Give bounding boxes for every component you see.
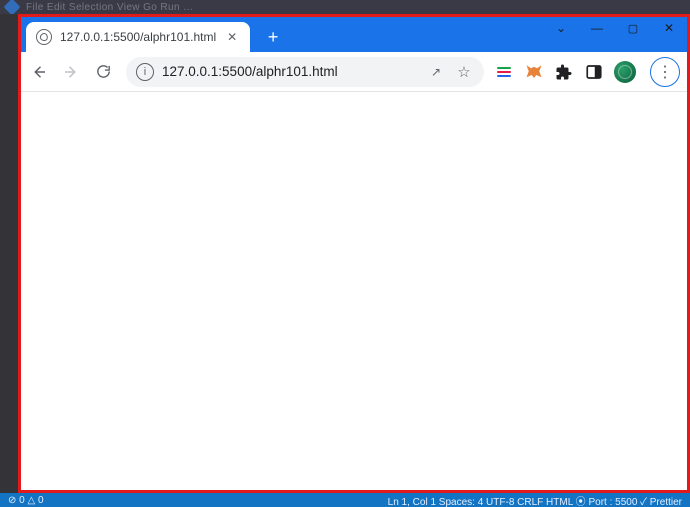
link-list-icon [494,61,514,83]
status-problems[interactable]: ⊘ 0 △ 0 [8,495,44,506]
vscode-activity-bar [0,14,18,493]
tab-search-button[interactable]: ⌄ [554,21,568,35]
profile-avatar[interactable] [614,61,636,83]
maximize-button[interactable]: ▢ [626,21,640,35]
puzzle-icon [555,63,573,81]
reading-list-extension[interactable] [494,62,514,82]
info-icon: i [144,66,146,78]
window-controls: ⌄ — ▢ ✕ [540,14,690,42]
vscode-window-controls [632,2,684,12]
close-tab-button[interactable]: ✕ [224,29,240,45]
address-bar[interactable]: i 127.0.0.1:5500/alphr101.html ↗ ☆ [126,57,484,87]
panel-icon [632,2,644,12]
plus-icon: + [268,28,279,46]
side-panel-button[interactable] [584,62,604,82]
back-button[interactable] [24,57,54,87]
reload-icon [95,63,112,80]
chrome-menu-button[interactable]: ⋮ [650,57,680,87]
panel-icon [652,2,664,12]
side-panel-icon [585,63,603,81]
fox-icon [525,63,543,81]
share-button[interactable]: ↗ [426,65,446,79]
minimize-button[interactable]: — [590,21,604,35]
forward-button[interactable] [56,57,86,87]
kebab-icon: ⋮ [657,62,673,82]
extensions-area: ⋮ [492,57,684,87]
page-viewport [18,92,690,493]
chevron-down-icon: ⌄ [556,21,566,35]
status-right[interactable]: Ln 1, Col 1 Spaces: 4 UTF-8 CRLF HTML ⦿ … [388,493,682,507]
vscode-status-bar: ⊘ 0 △ 0 Ln 1, Col 1 Spaces: 4 UTF-8 CRLF… [0,493,690,507]
extensions-button[interactable] [554,62,574,82]
bookmark-button[interactable]: ☆ [454,63,474,81]
site-info-button[interactable]: i [136,63,154,81]
new-tab-button[interactable]: + [260,24,286,50]
arrow-right-icon [62,63,80,81]
browser-tab[interactable]: 127.0.0.1:5500/alphr101.html ✕ [26,22,250,52]
close-icon: ✕ [664,21,674,35]
maximize-icon: ▢ [628,22,638,35]
chrome-window: 127.0.0.1:5500/alphr101.html ✕ + ⌄ — ▢ ✕ [18,14,690,493]
panel-icon [672,2,684,12]
metamask-extension[interactable] [524,62,544,82]
share-icon: ↗ [431,65,441,79]
star-icon: ☆ [457,63,470,81]
vscode-menubar: File Edit Selection View Go Run … [0,0,690,14]
globe-icon [36,29,52,45]
vscode-menu-text: File Edit Selection View Go Run … [26,2,194,13]
reload-button[interactable] [88,57,118,87]
tab-strip: 127.0.0.1:5500/alphr101.html ✕ + ⌄ — ▢ ✕ [18,14,690,52]
close-window-button[interactable]: ✕ [662,21,676,35]
minimize-icon: — [591,21,603,35]
url-text: 127.0.0.1:5500/alphr101.html [162,64,418,79]
tab-title: 127.0.0.1:5500/alphr101.html [60,30,216,44]
arrow-left-icon [30,63,48,81]
browser-toolbar: i 127.0.0.1:5500/alphr101.html ↗ ☆ [18,52,690,92]
vscode-logo-icon [4,0,21,14]
